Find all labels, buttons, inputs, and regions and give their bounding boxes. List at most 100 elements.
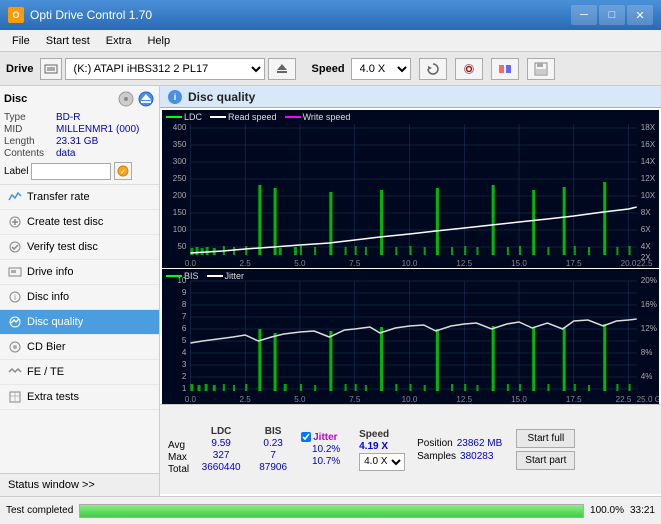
sidebar-item-create-test-disc[interactable]: Create test disc [0, 210, 159, 235]
jitter-max: 10.7% [301, 456, 351, 467]
minimize-button[interactable]: ─ [571, 5, 597, 25]
main-layout: Disc Type BD-R MID MILLENMR1 (000) Lengt… [0, 86, 661, 496]
color-button[interactable] [491, 58, 519, 80]
sidebar-item-label: Disc quality [27, 316, 83, 328]
svg-text:2.5: 2.5 [240, 259, 252, 268]
svg-text:4: 4 [182, 348, 187, 357]
bis-legend: BIS [166, 271, 199, 281]
disc-header: Disc [4, 90, 155, 108]
save-button[interactable] [527, 58, 555, 80]
samples-label: Samples [417, 451, 456, 462]
jitter-header-row: Jitter [301, 432, 351, 443]
write-speed-legend-color [285, 116, 301, 118]
avg-label: Avg [168, 440, 189, 451]
speed-selector[interactable]: 4.0 X [351, 58, 411, 80]
sidebar-item-disc-quality[interactable]: Disc quality [0, 310, 159, 335]
disc-image-icon [117, 90, 135, 108]
max-label: Max [168, 452, 189, 463]
svg-text:5: 5 [182, 336, 187, 345]
app-title: Opti Drive Control 1.70 [30, 8, 152, 22]
drive-bar: Drive (K:) ATAPI iHBS312 2 PL17 Speed 4.… [0, 52, 661, 86]
sidebar-item-transfer-rate[interactable]: Transfer rate [0, 185, 159, 210]
disc-label-input[interactable] [31, 163, 111, 180]
menu-bar: File Start test Extra Help [0, 30, 661, 52]
svg-text:6: 6 [182, 324, 187, 333]
samples-row: Samples 380283 [417, 451, 502, 462]
jitter-checkbox[interactable] [301, 432, 311, 442]
menu-help[interactable]: Help [139, 30, 178, 51]
bis-total: 87906 [253, 462, 293, 473]
settings-button[interactable] [455, 58, 483, 80]
svg-text:18X: 18X [641, 123, 656, 132]
svg-text:2: 2 [182, 372, 187, 381]
eject-button[interactable] [268, 58, 296, 80]
sidebar-item-fe-te[interactable]: FE / TE [0, 360, 159, 385]
status-bar: Test completed 100.0% 33:21 [0, 496, 661, 524]
position-samples-col: Position 23862 MB Samples 380283 [417, 438, 502, 462]
create-test-disc-icon [8, 215, 22, 229]
ldc-col-header: LDC [197, 426, 245, 437]
progress-bar-fill [80, 505, 583, 517]
sidebar-item-cd-bier[interactable]: CD Bier [0, 335, 159, 360]
maximize-button[interactable]: □ [599, 5, 625, 25]
write-speed-legend: Write speed [285, 112, 351, 122]
status-window-button[interactable]: Status window >> [0, 473, 159, 496]
status-time: 33:21 [630, 505, 655, 516]
svg-text:250: 250 [173, 174, 187, 183]
disc-info-icon: i [8, 290, 22, 304]
svg-text:100: 100 [173, 225, 187, 234]
svg-text:9: 9 [182, 288, 187, 297]
drive-selector[interactable]: (K:) ATAPI iHBS312 2 PL17 [65, 58, 265, 80]
disc-length-value: 23.31 GB [56, 136, 98, 147]
action-buttons-col: Start full Start part [516, 429, 575, 470]
svg-text:12X: 12X [641, 174, 656, 183]
sidebar-item-drive-info[interactable]: Drive info [0, 260, 159, 285]
start-full-button[interactable]: Start full [516, 429, 575, 448]
svg-text:20.0: 20.0 [621, 259, 637, 268]
speed-col-header: Speed [359, 429, 405, 440]
menu-start-test[interactable]: Start test [38, 30, 98, 51]
disc-eject-icon[interactable] [137, 90, 155, 108]
sidebar-item-disc-info[interactable]: i Disc info [0, 285, 159, 310]
refresh-button[interactable] [419, 58, 447, 80]
sidebar-item-verify-test-disc[interactable]: Verify test disc [0, 235, 159, 260]
cd-bier-icon [8, 340, 22, 354]
stats-labels-col: Avg Max Total [168, 425, 189, 475]
speed-select-inline[interactable]: 4.0 X [359, 453, 405, 471]
svg-text:0.0: 0.0 [185, 259, 197, 268]
bis-col-header: BIS [253, 426, 293, 437]
speed-col: Speed 4.19 X 4.0 X [359, 429, 405, 471]
fe-te-icon [8, 365, 22, 379]
svg-text:4X: 4X [641, 242, 652, 251]
read-speed-legend-label: Read speed [228, 112, 277, 122]
progress-percent: 100.0% [590, 505, 624, 516]
disc-quality-header-icon: i [168, 90, 182, 104]
sidebar: Disc Type BD-R MID MILLENMR1 (000) Lengt… [0, 86, 160, 496]
close-button[interactable]: ✕ [627, 5, 653, 25]
menu-file[interactable]: File [4, 30, 38, 51]
disc-label-button[interactable]: ✓ [114, 162, 132, 180]
disc-mid-row: MID MILLENMR1 (000) [4, 124, 155, 135]
jitter-col: Jitter 10.2% 10.7% [301, 432, 351, 468]
sidebar-item-label: Disc info [27, 291, 69, 303]
title-bar: O Opti Drive Control 1.70 ─ □ ✕ [0, 0, 661, 30]
sidebar-item-label: Drive info [27, 266, 73, 278]
svg-text:20%: 20% [641, 276, 657, 285]
sidebar-item-label: FE / TE [27, 366, 64, 378]
drive-info-icon [8, 265, 22, 279]
sidebar-item-extra-tests[interactable]: Extra tests [0, 385, 159, 410]
svg-text:5.0: 5.0 [294, 395, 306, 404]
menu-extra[interactable]: Extra [98, 30, 140, 51]
disc-contents-row: Contents data [4, 148, 155, 159]
svg-text:8%: 8% [641, 348, 653, 357]
svg-text:300: 300 [173, 157, 187, 166]
sidebar-item-label: Verify test disc [27, 241, 98, 253]
ldc-legend-color [166, 116, 182, 118]
start-part-button[interactable]: Start part [516, 451, 575, 470]
disc-type-row: Type BD-R [4, 112, 155, 123]
svg-text:12.5: 12.5 [456, 395, 472, 404]
jitter-legend-color [207, 275, 223, 277]
svg-text:15.0: 15.0 [511, 259, 527, 268]
disc-section: Disc Type BD-R MID MILLENMR1 (000) Lengt… [0, 86, 159, 185]
svg-text:12%: 12% [641, 324, 657, 333]
